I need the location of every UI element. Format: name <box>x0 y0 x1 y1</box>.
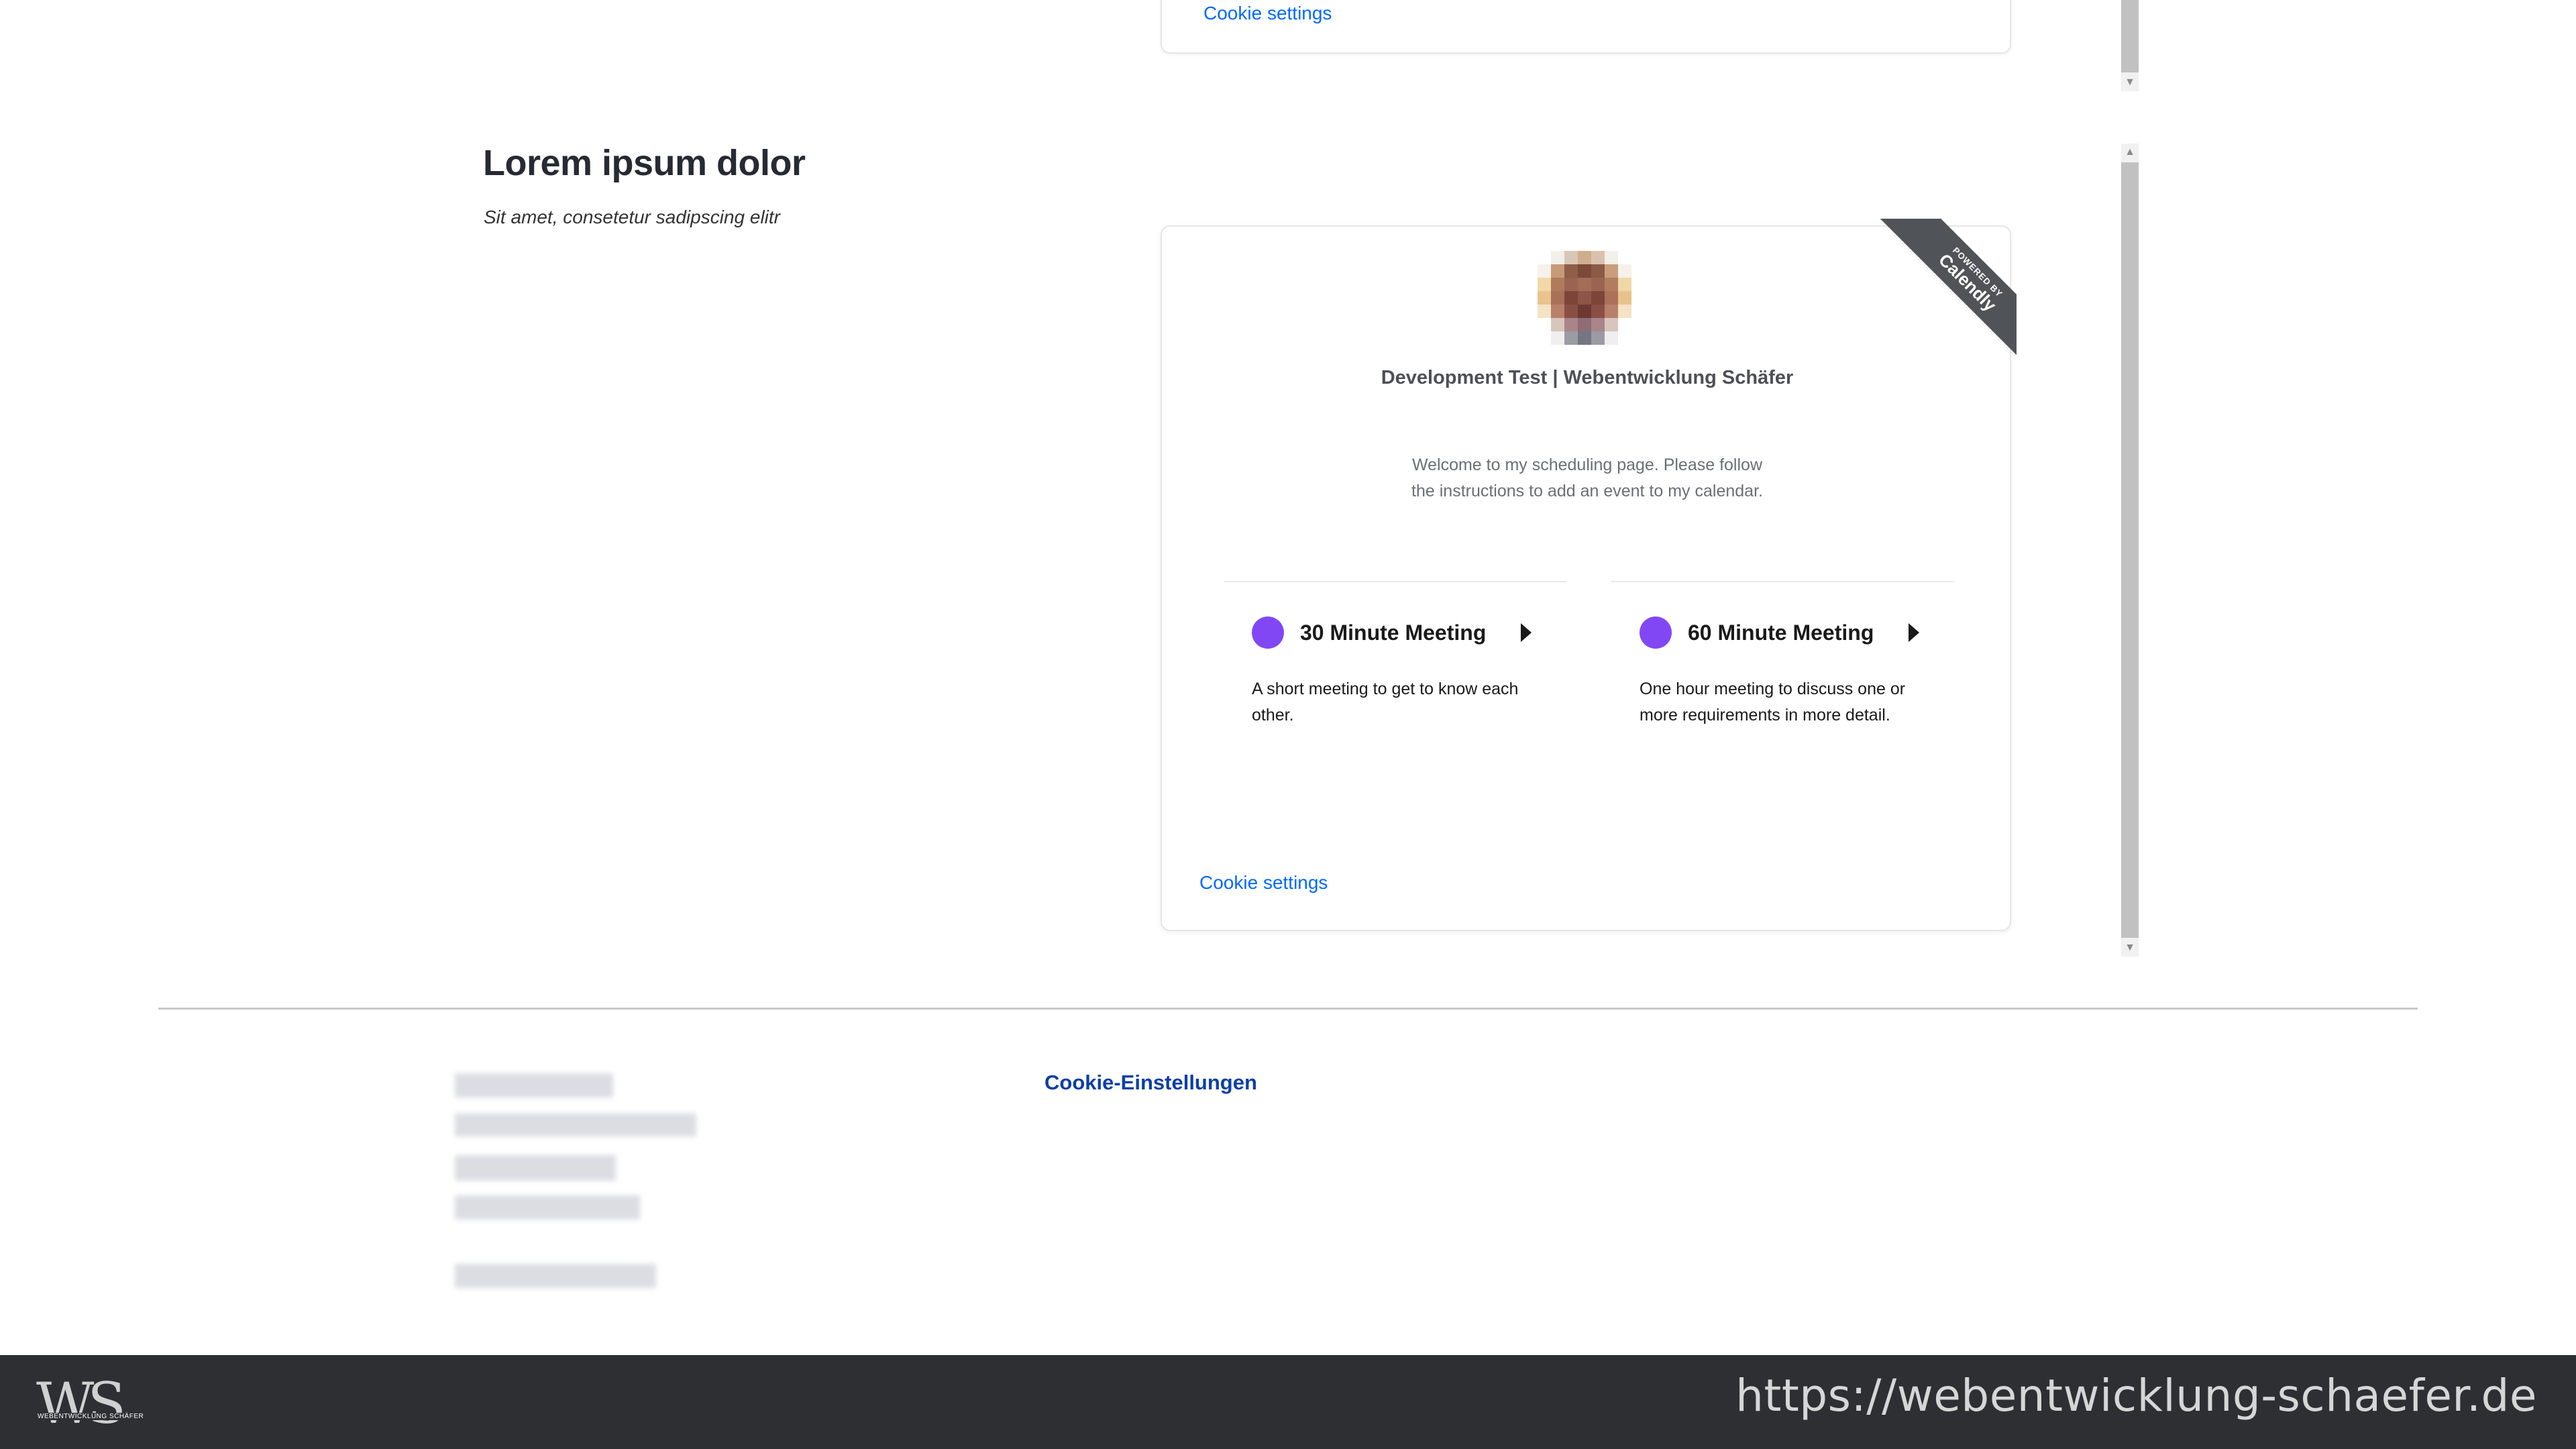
scroll-down-arrow-icon[interactable]: ▼ <box>2121 939 2139 957</box>
event-description: A short meeting to get to know each othe… <box>1252 680 1519 724</box>
calendly-scheduling-card: POWERED BY Calendly Development Test | W… <box>1161 219 2017 931</box>
top-calendly-embed: Cookie settings <box>1161 0 2011 54</box>
event-description: One hour meeting to discuss one or more … <box>1640 680 1906 724</box>
event-title[interactable]: 60 Minute Meeting <box>1688 621 1874 645</box>
top-embed-scrollbar[interactable]: ▼ <box>2121 0 2139 91</box>
footer-divider <box>158 1008 2418 1010</box>
powered-by-calendly-ribbon[interactable]: POWERED BY Calendly <box>1876 219 2017 360</box>
logo-tagline: WEBENTWICKLUNG SCHÄFER <box>36 1413 146 1420</box>
event-color-dot <box>1640 616 1672 649</box>
scroll-thumb[interactable] <box>2121 162 2139 938</box>
top-cookie-settings-link[interactable]: Cookie settings <box>1203 3 1332 24</box>
blurred-address-line <box>455 1195 640 1220</box>
top-scroll-thumb[interactable] <box>2121 0 2139 72</box>
bottom-bar: WS WEBENTWICKLUNG SCHÄFER https://webent… <box>0 1355 2576 1449</box>
organizer-name: Development Test | Webentwicklung Schäfe… <box>1381 367 1794 388</box>
cookie-einstellungen-link[interactable]: Cookie-Einstellungen <box>1044 1071 1257 1095</box>
event-60-minute-meeting[interactable]: 60 Minute Meeting One hour meeting to di… <box>1640 616 1975 729</box>
welcome-message: Welcome to my scheduling page. Please fo… <box>1411 455 1763 500</box>
section-heading: Lorem ipsum dolor <box>483 143 806 183</box>
divider <box>1224 581 1567 582</box>
blurred-address-line <box>455 1073 613 1097</box>
ws-logo: WS WEBENTWICKLUNG SCHÄFER <box>36 1375 157 1442</box>
blurred-address-line <box>455 1114 696 1136</box>
blurred-address-line <box>455 1155 616 1181</box>
blurred-address-line <box>455 1264 656 1288</box>
calendly-embed-scrollbar[interactable]: ▲ ▼ <box>2121 144 2139 957</box>
avatar <box>1538 251 1631 345</box>
event-30-minute-meeting[interactable]: 30 Minute Meeting A short meeting to get… <box>1252 616 1587 729</box>
scroll-down-arrow-icon[interactable]: ▼ <box>2121 74 2139 91</box>
site-url: https://webentwicklung-schaefer.de <box>1735 1370 2537 1421</box>
caret-right-icon[interactable] <box>1521 623 1532 642</box>
logo-text: WS <box>36 1371 126 1436</box>
divider <box>1611 581 1955 582</box>
event-title[interactable]: 30 Minute Meeting <box>1300 621 1486 645</box>
caret-right-icon[interactable] <box>1909 623 1920 642</box>
event-color-dot <box>1252 616 1284 649</box>
cookie-settings-link[interactable]: Cookie settings <box>1199 872 1328 894</box>
section-subheading: Sit amet, consetetur sadipscing elitr <box>484 207 780 227</box>
scroll-up-arrow-icon[interactable]: ▲ <box>2121 144 2139 161</box>
